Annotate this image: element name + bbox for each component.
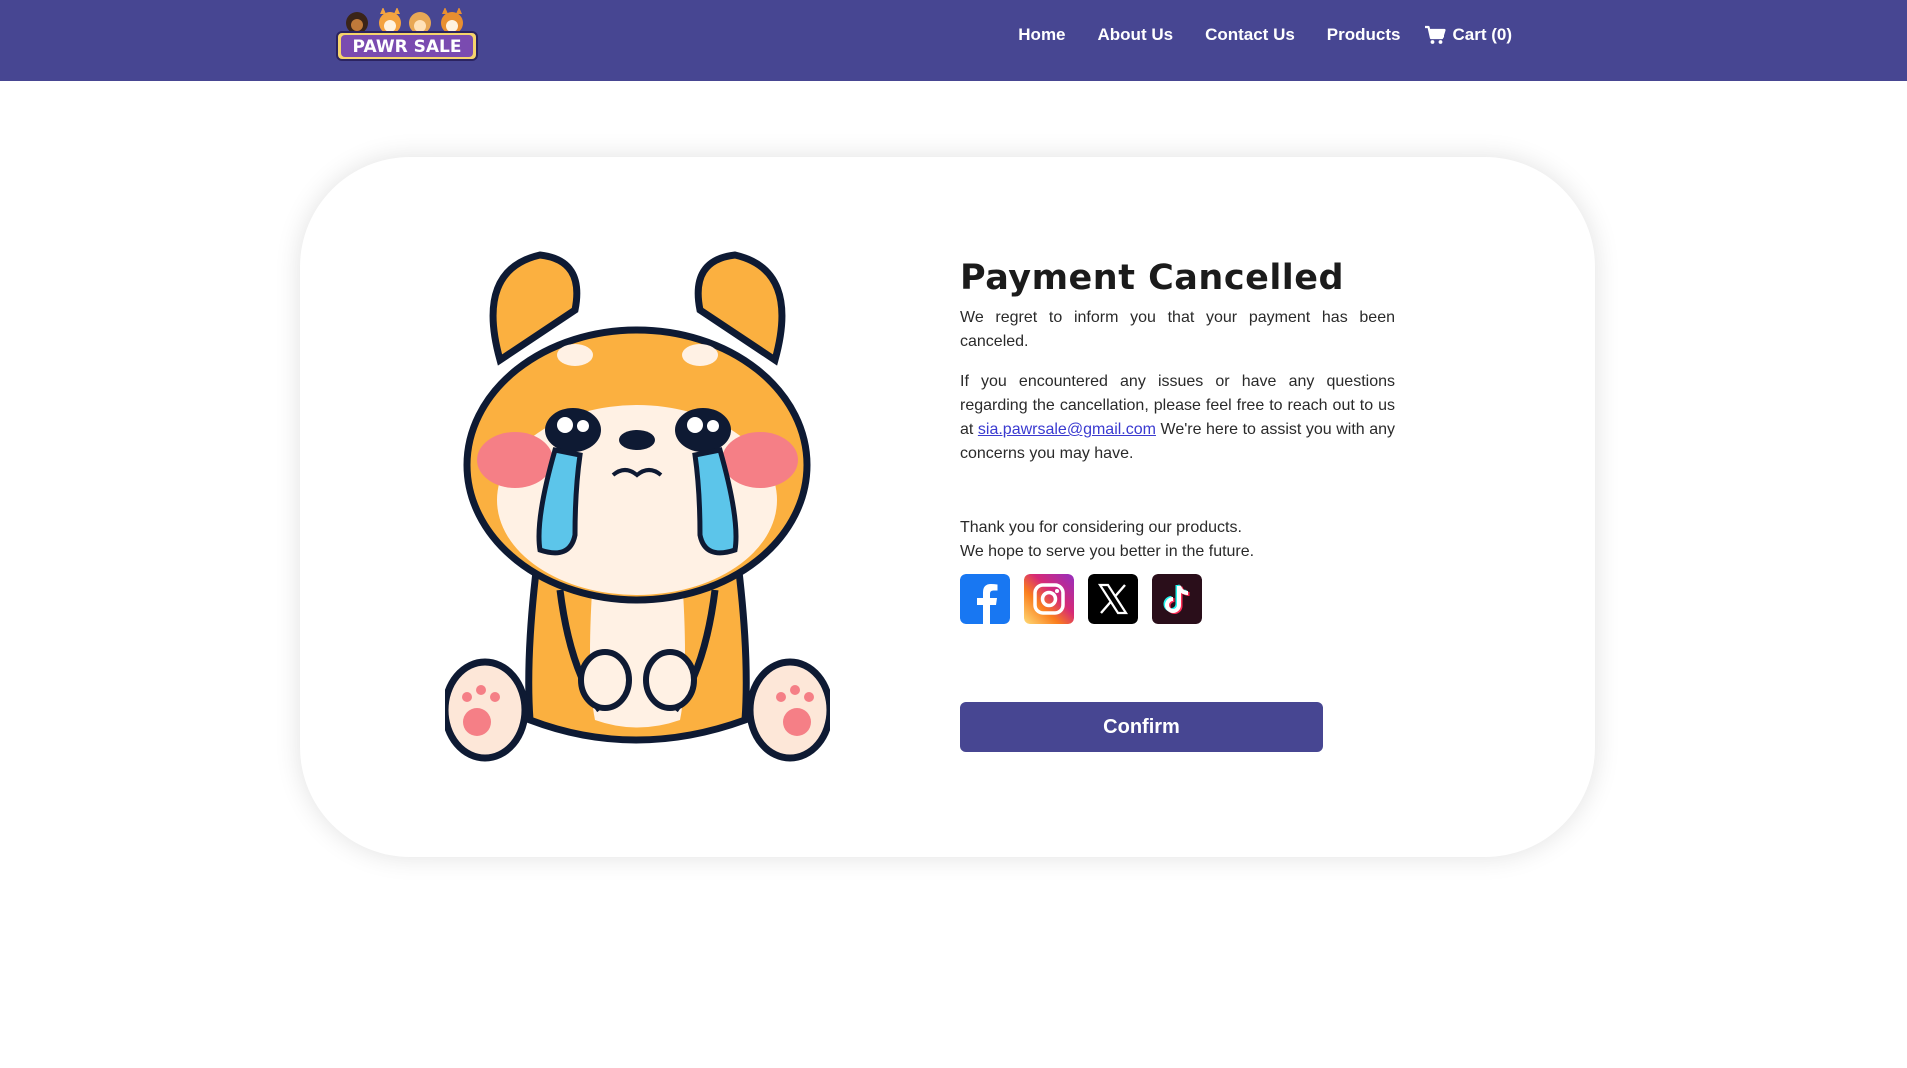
- nav-about-link[interactable]: About Us: [1098, 25, 1174, 45]
- cart-icon: [1424, 25, 1447, 45]
- confirm-button[interactable]: Confirm: [960, 702, 1323, 752]
- support-email-link[interactable]: sia.pawrsale@gmail.com: [978, 421, 1156, 438]
- logo-text: PAWR SALE: [353, 37, 462, 57]
- contact-info-text: If you encountered any issues or have an…: [960, 370, 1395, 466]
- cart-label: Cart (0): [1452, 25, 1512, 44]
- x-icon[interactable]: [1088, 574, 1138, 624]
- page-title: Payment Cancelled: [960, 258, 1345, 298]
- cancel-notice-text: We regret to inform you that your paymen…: [960, 309, 1395, 350]
- nav-links: Home About Us Contact Us Products Cart (…: [1018, 0, 1512, 70]
- cart-link[interactable]: Cart (0): [1424, 25, 1512, 45]
- navbar: PAWR SALE Home About Us Contact Us Produ…: [0, 0, 1907, 81]
- tiktok-icon[interactable]: [1152, 574, 1202, 624]
- nav-contact-link[interactable]: Contact Us: [1205, 25, 1295, 45]
- brand-logo[interactable]: PAWR SALE: [335, 7, 479, 62]
- facebook-icon[interactable]: [960, 574, 1010, 624]
- cancellation-message: Payment Cancelled We regret to inform yo…: [960, 258, 1395, 624]
- thanks-line-1: Thank you for considering our products.: [960, 519, 1242, 536]
- nav-home-link[interactable]: Home: [1018, 25, 1065, 45]
- crying-dog-illustration: [441, 250, 834, 765]
- nav-products-link[interactable]: Products: [1327, 25, 1401, 45]
- thank-you-text: Thank you for considering our products. …: [960, 516, 1395, 564]
- social-links: [960, 574, 1395, 624]
- thanks-line-2: We hope to serve you better in the futur…: [960, 543, 1255, 560]
- instagram-icon[interactable]: [1024, 574, 1074, 624]
